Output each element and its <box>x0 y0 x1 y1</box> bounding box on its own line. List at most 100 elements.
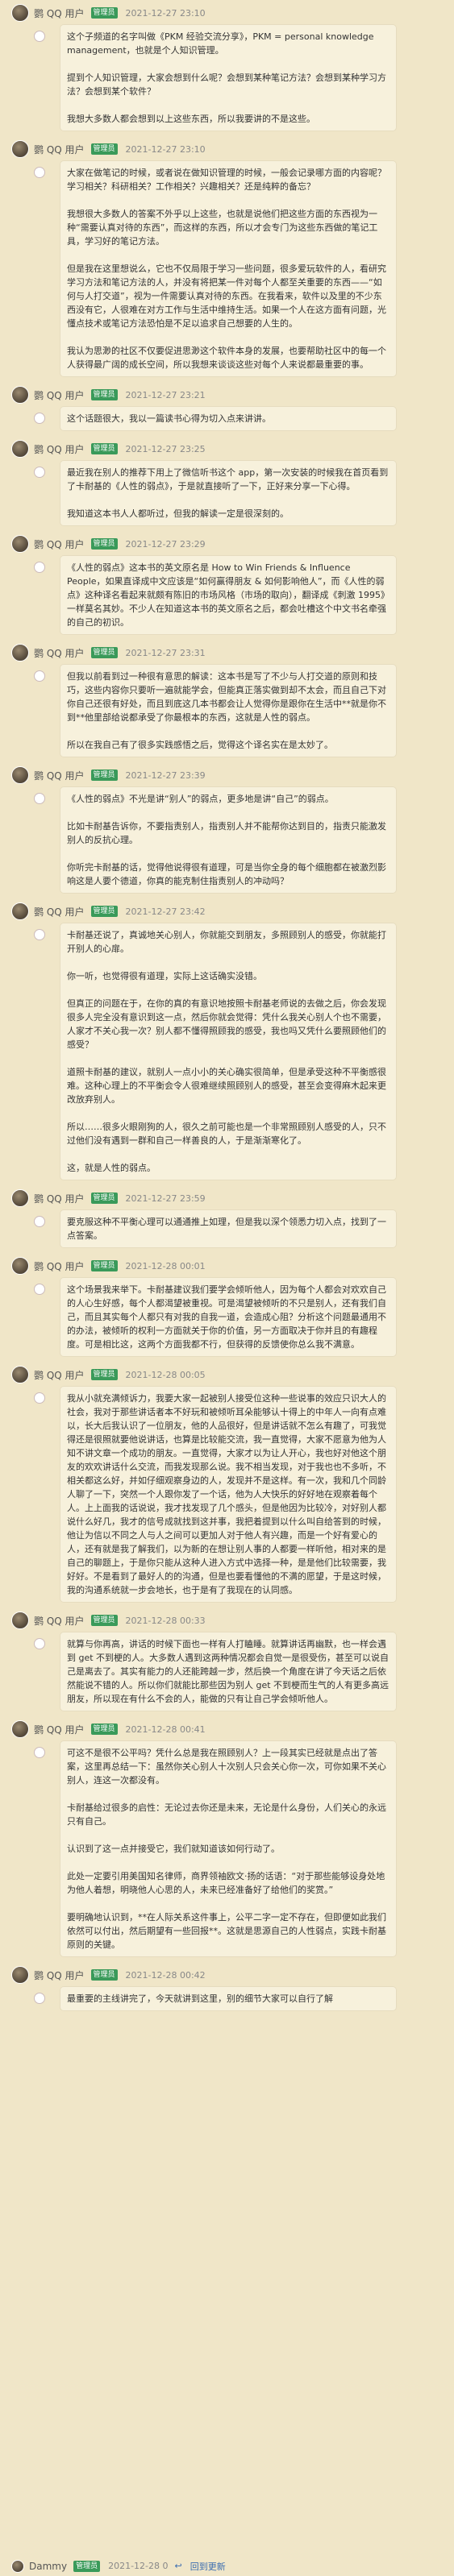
timestamp: 2021-12-27 23:10 <box>125 143 206 155</box>
message-item: 鹦 QQ 用户 管理员 2021-12-28 00:42 最重要的主线讲完了，今天就讲… <box>0 1962 454 2016</box>
avatar[interactable] <box>11 1189 29 1207</box>
avatar[interactable] <box>11 386 29 404</box>
select-checkbox[interactable] <box>34 31 45 42</box>
avatar[interactable] <box>11 4 29 22</box>
username: 鹦 QQ 用户 <box>34 647 85 659</box>
select-checkbox[interactable] <box>34 1747 45 1758</box>
username: 鹦 QQ 用户 <box>34 1369 85 1381</box>
footer-username: Dammy <box>29 2560 68 2572</box>
message-item: 鹦 QQ 用户 管理员 2021-12-27 23:39 《人性的弱点》不光是讲“别人… <box>0 762 454 898</box>
admin-badge: 管理员 <box>90 769 118 781</box>
username: 鹦 QQ 用户 <box>34 769 85 782</box>
message-text: 最重要的主线讲完了，今天就讲到这里，别的细节大家可以自行了解 <box>67 1993 333 2004</box>
message-text: 我从小就充满倾诉力，我要大家一起被别人接受位这种一些说事的效应只识大人的社会，我… <box>67 1393 386 1595</box>
message-text: 比如卡耐基告诉你，不要指责别人，指责别人并不能帮你达到目的，指责只能激发别人的反… <box>67 821 386 845</box>
bottom-bar: Dammy 管理员 2021-12-28 0 ↩ 回到更新 <box>0 2556 454 2576</box>
reply-icon[interactable]: ↩ <box>175 2561 182 2571</box>
admin-badge: 管理员 <box>90 1724 118 1735</box>
message-bubble: 最重要的主线讲完了，今天就讲到这里，别的细节大家可以自行了解 <box>60 1986 397 2011</box>
select-checkbox[interactable] <box>34 467 45 478</box>
timestamp: 2021-12-27 23:39 <box>125 769 206 781</box>
message-text: 最近我在别人的推荐下用上了微信听书这个 app，第一次安装的时候我在首页看到了卡… <box>67 467 389 492</box>
avatar[interactable] <box>11 766 29 784</box>
avatar[interactable] <box>11 1366 29 1383</box>
select-checkbox[interactable] <box>34 670 45 682</box>
message-text: 这，就是人性的弱点。 <box>67 1163 156 1173</box>
username: 鹦 QQ 用户 <box>34 143 85 156</box>
message-bubble: 卡耐基还说了，真诚地关心别人，你就能交到朋友，多照顾别人的感受，你就能打开别人的… <box>60 923 397 1180</box>
message-item: 鹦 QQ 用户 管理员 2021-12-27 23:29 《人性的弱点》这本书的英文原… <box>0 531 454 640</box>
message-text: 卡耐基还说了，真诚地关心别人，你就能交到朋友，多照顾别人的感受，你就能打开别人的… <box>67 930 386 954</box>
message-text: 这个话题很大，我以一篇读书心得为切入点来讲讲。 <box>67 413 271 424</box>
message-item: 鹦 QQ 用户 管理员 2021-12-28 00:01 这个场景我来举下。卡耐基建议… <box>0 1253 454 1362</box>
avatar[interactable] <box>11 140 29 158</box>
message-text: 《人性的弱点》这本书的英文原名是 How to Win Friends & In… <box>67 562 389 628</box>
avatar[interactable] <box>11 440 29 458</box>
message-item: 鹦 QQ 用户 管理员 2021-12-27 23:31 但我以前看到过一种很有意思的… <box>0 640 454 762</box>
select-checkbox[interactable] <box>34 929 45 940</box>
message-item: 鹦 QQ 用户 管理员 2021-12-27 23:25 最近我在别人的推荐下用上了微… <box>0 436 454 531</box>
username: 鹦 QQ 用户 <box>34 1193 85 1205</box>
message-bubble: 这个子频道的名字叫做《PKM 经验交流分享》，PKM = personal kn… <box>60 24 397 131</box>
select-checkbox[interactable] <box>34 1392 45 1404</box>
message-header: 鹦 QQ 用户 管理员 2021-12-28 00:01 <box>8 1255 446 1277</box>
admin-badge: 管理员 <box>90 1969 118 1981</box>
select-checkbox[interactable] <box>34 413 45 424</box>
username: 鹦 QQ 用户 <box>34 1260 85 1272</box>
avatar[interactable] <box>11 1966 29 1984</box>
avatar[interactable] <box>11 535 29 553</box>
message-header: 鹦 QQ 用户 管理员 2021-12-27 23:39 <box>8 764 446 786</box>
timestamp: 2021-12-27 23:29 <box>125 538 206 550</box>
select-checkbox[interactable] <box>34 1638 45 1649</box>
admin-badge: 管理员 <box>90 906 118 917</box>
message-text: 此处一定要引用美国知名律师，商界领袖欧文·扬的话语：“对于那些能够设身处地为他人… <box>67 1871 385 1895</box>
message-item: 鹦 QQ 用户 管理员 2021-12-27 23:10 这个子频道的名字叫做《PKM… <box>0 0 454 136</box>
message-text: 这个子频道的名字叫做《PKM 经验交流分享》，PKM = personal kn… <box>67 31 374 56</box>
select-checkbox[interactable] <box>34 1993 45 2004</box>
timestamp: 2021-12-27 23:21 <box>125 389 206 400</box>
avatar[interactable] <box>11 902 29 920</box>
select-checkbox[interactable] <box>34 562 45 573</box>
username: 鹦 QQ 用户 <box>34 1615 85 1627</box>
message-item: 鹦 QQ 用户 管理员 2021-12-27 23:42 卡耐基还说了，真诚地关心别人… <box>0 898 454 1185</box>
footer-badge: 管理员 <box>73 2560 101 2572</box>
admin-badge: 管理员 <box>90 1193 118 1204</box>
footer-avatar[interactable] <box>11 2559 24 2573</box>
admin-badge: 管理员 <box>90 389 118 400</box>
message-text: 要克服这种不平衡心理可以通通推上如理，但是我以深个领悉力切入点，找到了一点答案。 <box>67 1217 386 1241</box>
message-bubble: 就算与你再高，讲话的时候下面也一样有人打瞌睡。就算讲话再幽默，也一样会遇到 ge… <box>60 1632 397 1711</box>
message-text: 但我以前看到过一种很有意思的解读：这本书是写了不少与人打交道的原则和技巧，这些内… <box>67 671 386 723</box>
message-bubble: 最近我在别人的推荐下用上了微信听书这个 app，第一次安装的时候我在首页看到了卡… <box>60 460 397 526</box>
avatar[interactable] <box>11 1612 29 1629</box>
admin-badge: 管理员 <box>90 443 118 454</box>
message-bubble: 这个场景我来举下。卡耐基建议我们要学会倾听他人，因为每个人都会对欢欢自己的人心生… <box>60 1277 397 1357</box>
message-text: 认识到了这一点并接受它，我们就知道该如何行动了。 <box>67 1844 280 1854</box>
message-text: 要明确地认识到，**在人际关系这件事上，公平二字一定不存在，但即便如此我们依然可… <box>67 1912 386 1950</box>
message-bubble: 大家在做笔记的时候，或者说在做知识管理的时候，一般会记录哪方面的内容呢？学习相关… <box>60 160 397 377</box>
message-text: 所以……很多火眼刚狗的人，很久之前可能也是一个非常照顾别人感受的人，只不过他们没… <box>67 1122 386 1146</box>
reply-link[interactable]: 回到更新 <box>190 2560 226 2573</box>
message-text: 我想很大多数人的答案不外乎以上这些，也就是说他们把这些方面的东西视为一种“需要认… <box>67 209 378 247</box>
username: 鹦 QQ 用户 <box>34 538 85 550</box>
select-checkbox[interactable] <box>34 167 45 178</box>
select-checkbox[interactable] <box>34 1216 45 1227</box>
message-item: 鹦 QQ 用户 管理员 2021-12-27 23:10 大家在做笔记的时候，或者说在… <box>0 136 454 382</box>
avatar[interactable] <box>11 644 29 662</box>
message-bubble: 可这不是很不公平吗？凭什么总是我在照顾别人？上一段其实已经就是点出了答案，这里再… <box>60 1740 397 1957</box>
message-text: 你一听，也觉得很有道理，实际上这话确实没错。 <box>67 971 262 981</box>
message-header: 鹦 QQ 用户 管理员 2021-12-27 23:59 <box>8 1187 446 1209</box>
avatar[interactable] <box>11 1720 29 1738</box>
message-item: 鹦 QQ 用户 管理员 2021-12-28 00:05 我从小就充满倾诉力，我要大家… <box>0 1362 454 1607</box>
message-text: 可这不是很不公平吗？凭什么总是我在照顾别人？上一段其实已经就是点出了答案，这里再… <box>67 1748 386 1786</box>
timestamp: 2021-12-28 00:05 <box>125 1369 206 1380</box>
message-text: 但真正的问题在于，在你的真的有意识地按照卡耐基老师说的去做之后，你会发现很多人完… <box>67 998 386 1050</box>
timestamp: 2021-12-27 23:31 <box>125 647 206 658</box>
message-bubble: 但我以前看到过一种很有意思的解读：这本书是写了不少与人打交道的原则和技巧，这些内… <box>60 664 397 757</box>
message-item: 鹦 QQ 用户 管理员 2021-12-27 23:59 要克服这种不平衡心理可以通通… <box>0 1185 454 1253</box>
avatar[interactable] <box>11 1257 29 1275</box>
select-checkbox[interactable] <box>34 793 45 804</box>
select-checkbox[interactable] <box>34 1284 45 1295</box>
message-bubble: 《人性的弱点》这本书的英文原名是 How to Win Friends & In… <box>60 555 397 635</box>
message-header: 鹦 QQ 用户 管理员 2021-12-28 00:33 <box>8 1609 446 1632</box>
message-text: 我想大多数人都会想到以上这些东西，所以我要讲的不是这些。 <box>67 114 315 124</box>
